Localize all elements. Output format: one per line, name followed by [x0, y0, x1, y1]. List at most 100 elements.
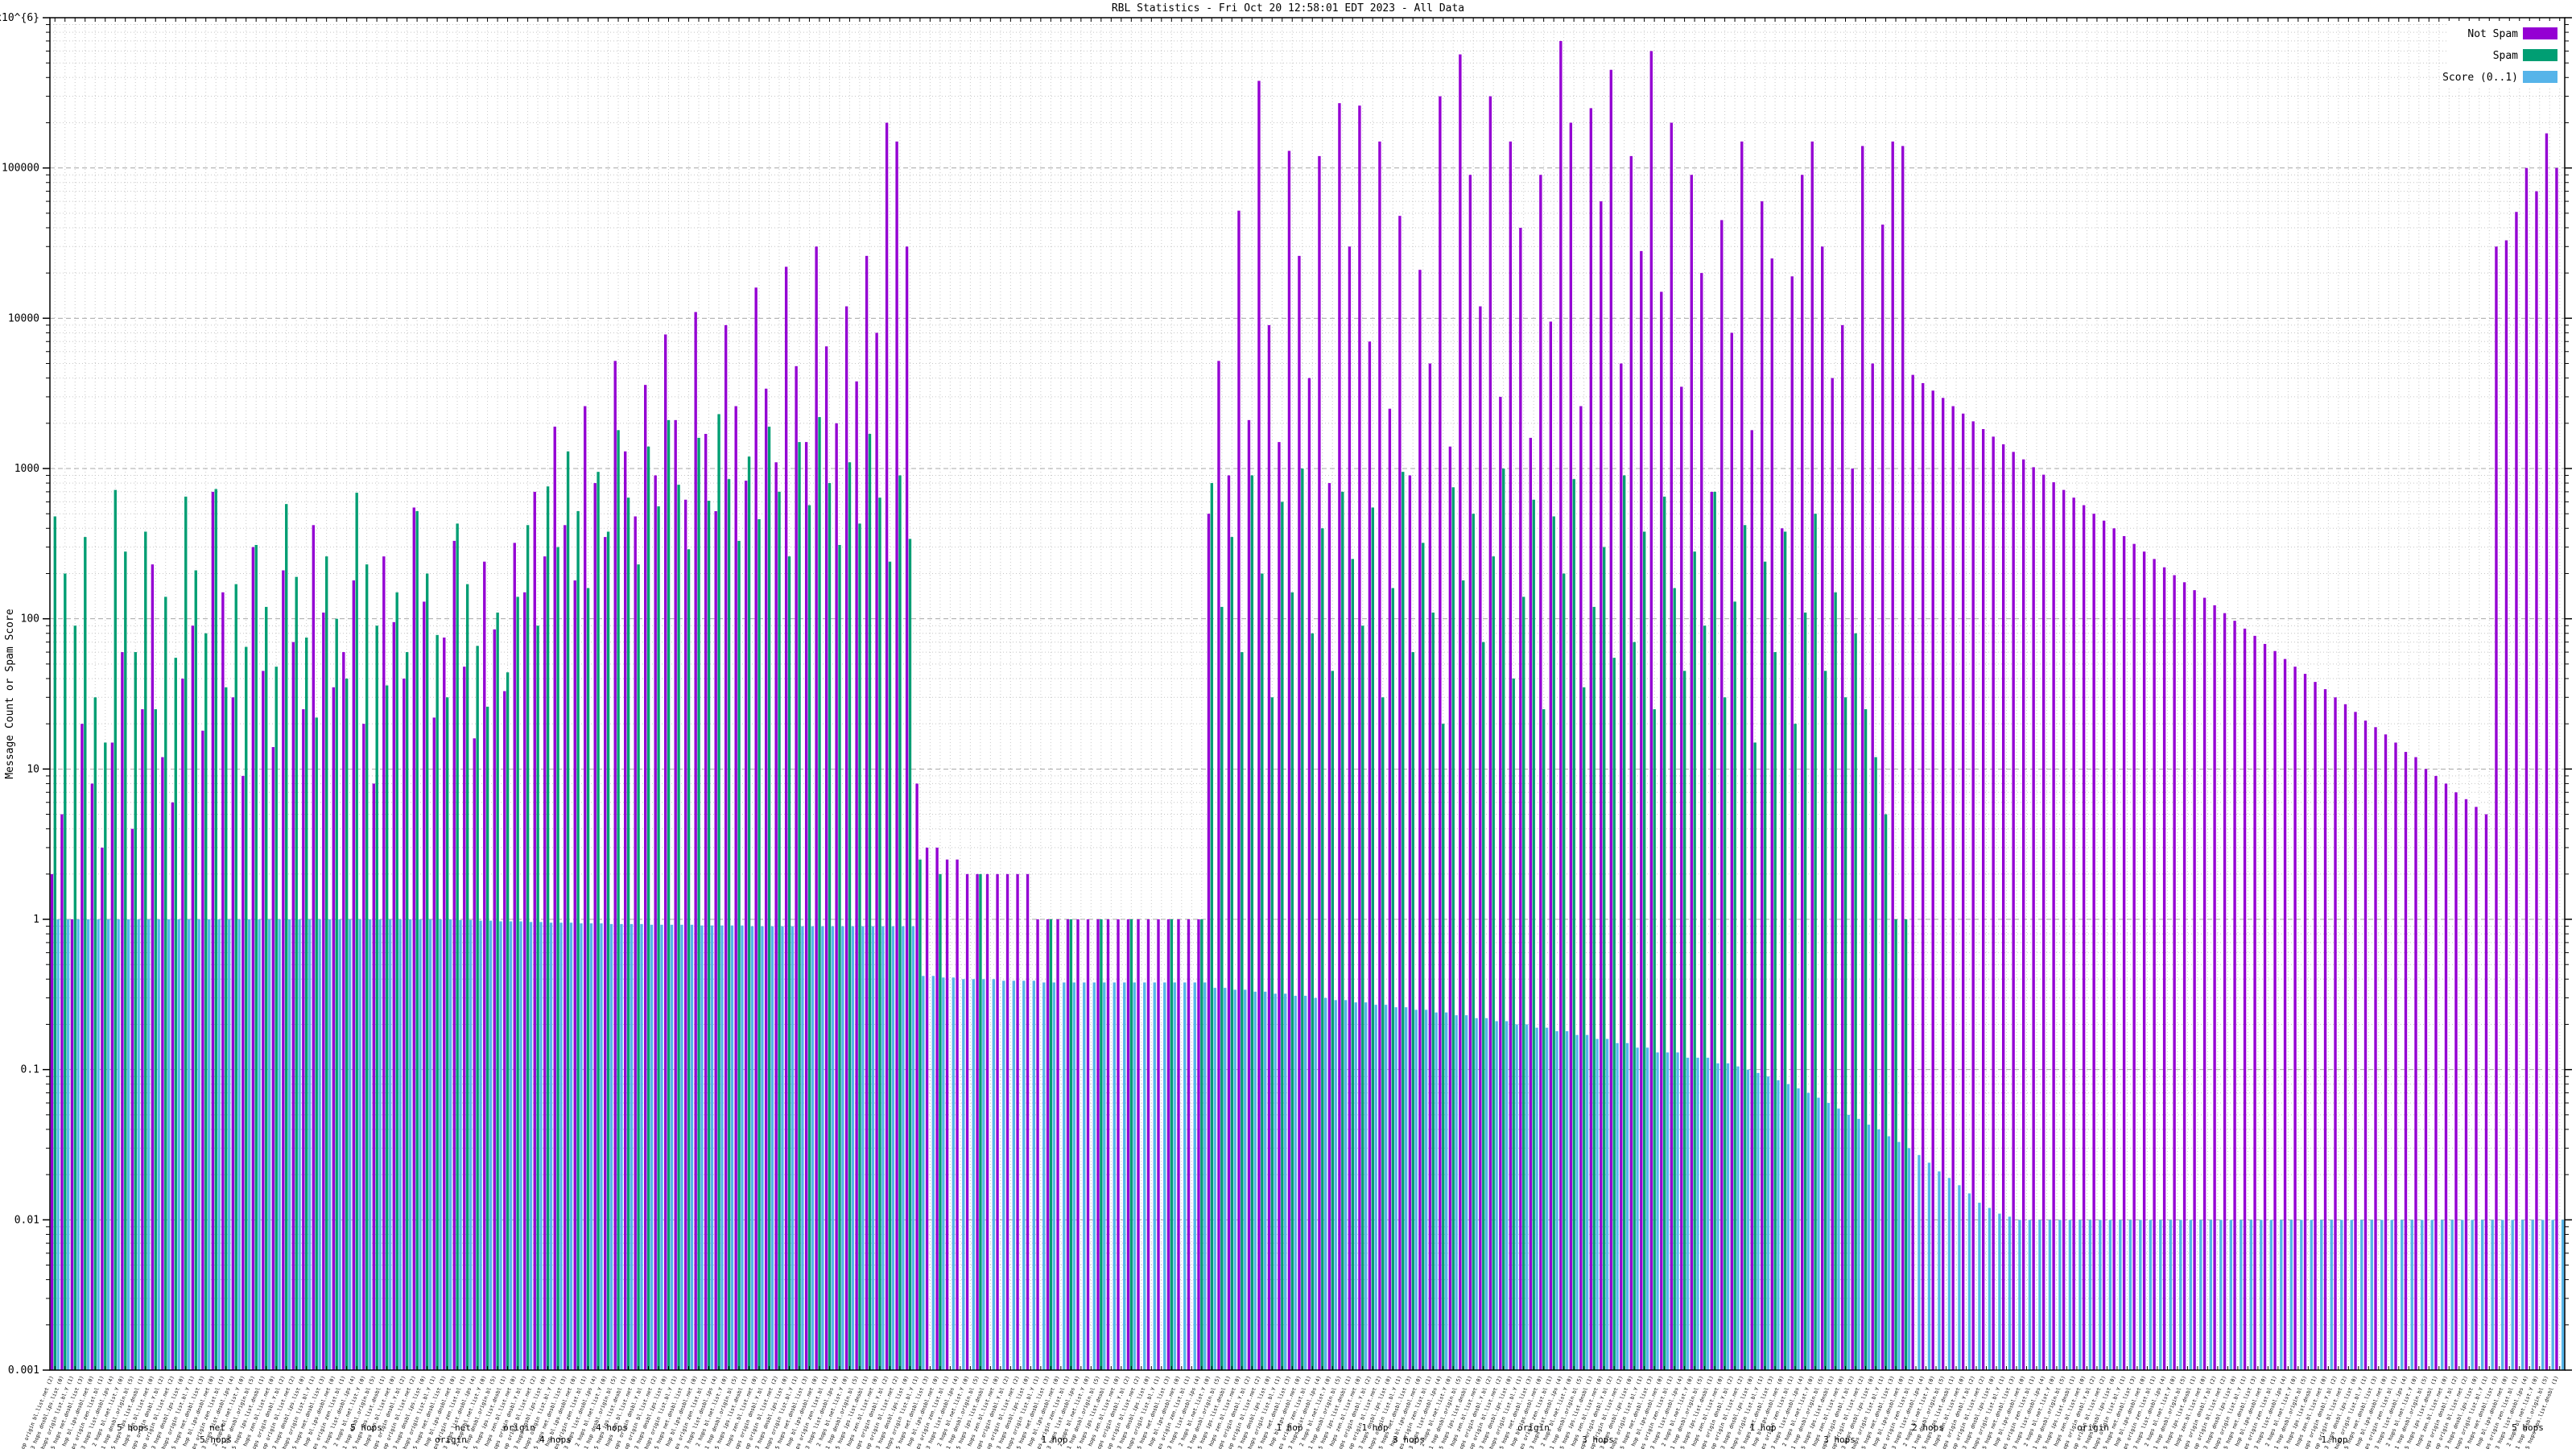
bar: [2491, 1220, 2494, 1370]
y-tick-label: 0.01: [14, 1214, 39, 1226]
bar: [1404, 1007, 1408, 1370]
bar: [1821, 246, 1824, 1370]
bar: [2495, 246, 2498, 1370]
bar: [1464, 1015, 1468, 1370]
bar: [302, 709, 305, 1370]
bar: [1323, 997, 1327, 1370]
bar: [1951, 406, 1955, 1370]
bar: [1287, 151, 1291, 1370]
bar: [1827, 1103, 1831, 1370]
bar: [677, 485, 680, 1370]
bar: [1052, 982, 1055, 1370]
bar: [1927, 1162, 1931, 1370]
bar: [637, 564, 640, 1370]
bar: [1662, 496, 1666, 1371]
bar: [506, 672, 510, 1370]
bar: [2068, 1220, 2072, 1370]
bar: [247, 919, 251, 1370]
bar: [385, 685, 389, 1370]
bar: [2249, 1220, 2252, 1370]
bar: [2038, 1220, 2041, 1370]
bar: [2380, 1220, 2384, 1370]
bar: [345, 678, 349, 1370]
bar: [1535, 1027, 1538, 1370]
bar: [97, 919, 100, 1370]
bar: [137, 919, 140, 1370]
bar: [1488, 96, 1492, 1371]
bar: [234, 584, 237, 1370]
bar: [194, 570, 197, 1370]
bar: [2471, 1220, 2474, 1370]
bar: [1874, 757, 1877, 1370]
bar: [1414, 1009, 1418, 1370]
bar: [225, 687, 228, 1370]
bar: [258, 919, 261, 1370]
bar: [1200, 919, 1203, 1370]
bar: [1545, 1027, 1549, 1370]
bar: [1967, 1193, 1971, 1370]
bar: [1690, 175, 1693, 1371]
bar: [1539, 175, 1542, 1371]
bar: [606, 531, 610, 1371]
bar: [684, 499, 687, 1370]
bar: [130, 828, 134, 1370]
bar: [1682, 671, 1686, 1370]
bar: [1680, 386, 1683, 1371]
bar: [1857, 1118, 1860, 1370]
bar: [2484, 814, 2488, 1370]
bar: [1284, 993, 1287, 1370]
bar: [1901, 146, 1905, 1370]
bar: [1187, 919, 1191, 1370]
bar: [1012, 980, 1015, 1370]
x-sublabel: 5 hops: [2512, 1422, 2544, 1433]
bar: [126, 919, 130, 1370]
bar: [1298, 255, 1301, 1370]
bar: [865, 255, 869, 1370]
bar: [1066, 919, 1070, 1370]
bar: [2401, 1220, 2404, 1370]
bar: [1992, 436, 1995, 1370]
bar: [905, 246, 909, 1370]
bar: [1270, 697, 1274, 1370]
bar: [2012, 452, 2015, 1370]
bar: [452, 540, 456, 1370]
bar: [1307, 378, 1311, 1370]
bar: [1519, 227, 1522, 1371]
bar: [1364, 1002, 1368, 1370]
bar: [1183, 982, 1187, 1370]
bar: [1583, 687, 1586, 1370]
bar: [634, 516, 637, 1370]
x-sublabel: 4 hops: [539, 1435, 572, 1445]
bar: [1129, 919, 1133, 1370]
bar: [945, 859, 949, 1370]
bar: [1492, 556, 1495, 1370]
bar: [1338, 103, 1341, 1370]
bar: [2062, 489, 2066, 1370]
bar: [1713, 491, 1716, 1371]
bar: [1049, 919, 1053, 1370]
bar: [1790, 276, 1794, 1370]
bar: [2092, 514, 2095, 1371]
bar: [1368, 341, 1372, 1370]
bar: [1117, 919, 1120, 1370]
bar: [1847, 1114, 1851, 1370]
bar: [1002, 980, 1005, 1370]
bar: [2052, 482, 2055, 1370]
bar: [1706, 1057, 1710, 1370]
bar: [1515, 1024, 1518, 1370]
bar: [976, 873, 979, 1370]
bar: [2153, 559, 2156, 1370]
bar: [312, 525, 316, 1370]
bar: [144, 531, 147, 1371]
bar: [1831, 378, 1834, 1370]
bar: [690, 924, 694, 1370]
bar: [1428, 363, 1432, 1370]
x-sublabel: 2 hops: [1912, 1422, 1944, 1433]
bar: [1394, 1007, 1397, 1370]
bar: [2199, 1220, 2202, 1370]
bar: [798, 442, 801, 1370]
bar: [509, 921, 513, 1370]
bar: [402, 678, 406, 1370]
bar: [2524, 167, 2529, 1370]
bar: [1472, 514, 1475, 1371]
